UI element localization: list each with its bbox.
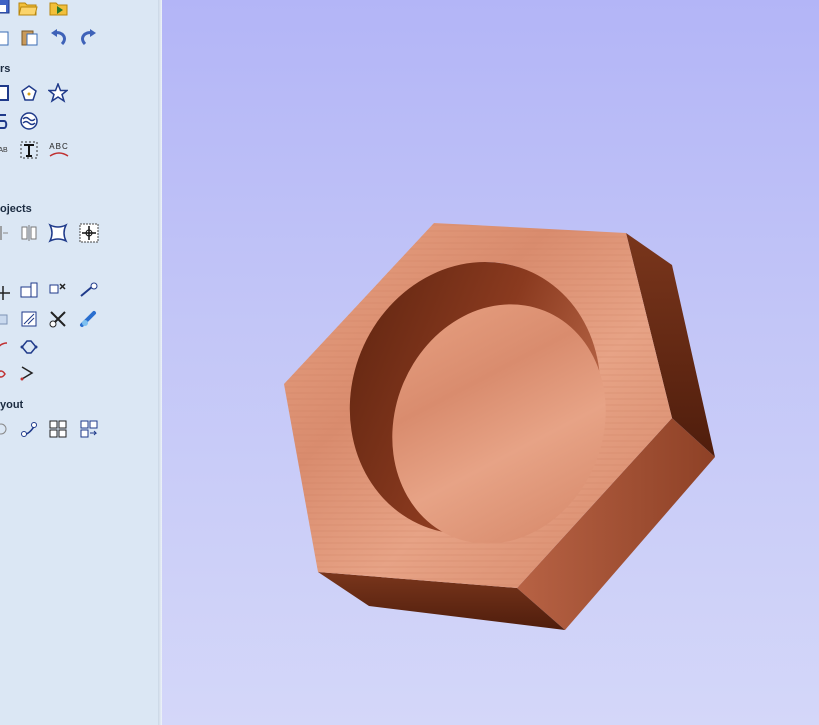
3d-model-hex-nut — [284, 223, 715, 630]
hatch-icon[interactable] — [18, 308, 40, 330]
spiral-icon[interactable] — [0, 110, 12, 132]
distort-icon[interactable] — [18, 222, 40, 244]
delete-icon[interactable] — [47, 280, 69, 302]
offset-icon[interactable] — [18, 336, 40, 358]
align-center-icon[interactable] — [78, 222, 100, 244]
align-icon[interactable] — [18, 280, 40, 302]
save-icon[interactable] — [0, 0, 12, 16]
section-header-objects: ojects — [0, 203, 32, 215]
fillet-icon[interactable] — [0, 336, 12, 358]
join-icon[interactable] — [0, 308, 12, 330]
undo-icon[interactable] — [47, 26, 69, 48]
3d-view[interactable] — [162, 0, 819, 725]
node-edit-icon[interactable] — [78, 280, 100, 302]
star-icon[interactable] — [47, 82, 69, 104]
polygon-icon[interactable] — [18, 82, 40, 104]
mirror-icon[interactable] — [0, 222, 12, 244]
trim-icon[interactable] — [47, 308, 69, 330]
wave-icon[interactable] — [18, 110, 40, 132]
copy-icon[interactable] — [0, 26, 13, 48]
open-folder-icon[interactable] — [17, 0, 39, 19]
move-icon[interactable] — [0, 282, 14, 304]
section-header-layout: yout — [0, 399, 24, 411]
small-text-icon[interactable]: AB — [0, 139, 14, 161]
close-vector-icon[interactable] — [0, 363, 12, 385]
redo-icon[interactable] — [78, 26, 100, 48]
extend-icon[interactable] — [16, 362, 38, 384]
small-text-label: AB — [0, 146, 8, 154]
array-icon[interactable] — [47, 418, 69, 440]
open-recent-icon[interactable] — [48, 0, 70, 19]
text-icon[interactable] — [18, 139, 40, 161]
left-panel: rs AB ABC ojects yout — [0, 0, 159, 725]
paste-icon[interactable] — [18, 26, 40, 48]
smooth-icon[interactable] — [78, 308, 100, 330]
nest-icon[interactable] — [0, 418, 12, 440]
text-on-curve-icon[interactable]: ABC — [48, 138, 70, 160]
step-repeat-icon[interactable] — [78, 418, 100, 440]
copy-along-vector-icon[interactable] — [18, 418, 40, 440]
text-on-curve-label: ABC — [49, 141, 69, 151]
section-header-vectors: rs — [0, 63, 11, 75]
center-object-icon[interactable] — [47, 222, 69, 244]
rectangle-icon[interactable] — [0, 82, 12, 104]
